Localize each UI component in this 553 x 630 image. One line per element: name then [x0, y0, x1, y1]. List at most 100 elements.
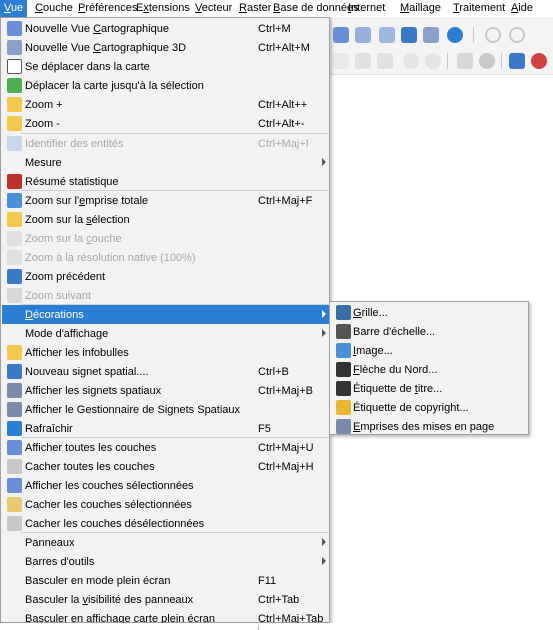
menu-item-toggle-panel-visibility[interactable]: Basculer la visibilité des panneaux Ctrl+…: [2, 590, 329, 609]
save-edits-icon[interactable]: [355, 53, 371, 69]
submenu-item-grid[interactable]: Grille...: [331, 303, 528, 322]
deselect-tool-icon[interactable]: [355, 27, 371, 43]
magnifier-dropdown-icon[interactable]: [509, 27, 525, 43]
menu-item-label: Se déplacer dans la carte: [25, 61, 150, 73]
mnemonic-letter: D: [25, 308, 33, 321]
menu-item-zoom-native-resolution[interactable]: Zoom à la résolution native (100%): [2, 248, 329, 267]
magnifier-tool-icon[interactable]: [485, 27, 501, 43]
menu-item-pan-to-selection[interactable]: Déplacer la carte jusqu'à la sélection: [2, 76, 329, 95]
menu-item-label: Déplacer la carte jusqu'à la sélection: [25, 80, 204, 92]
menu-item-label: Image...: [353, 345, 393, 357]
label-text: Nouvelle Vue: [25, 22, 94, 35]
menu-item-view-mode[interactable]: Mode d'affichage: [2, 324, 329, 343]
label-text: ouche: [42, 2, 73, 14]
menubar: Vue Couche Préférences Extensions Vecteur Ras…: [0, 0, 553, 17]
menu-item-zoom-last[interactable]: Zoom précédent: [2, 267, 329, 286]
menu-item-label: Étiquette de copyright...: [353, 402, 469, 414]
menu-item-label: Flèche du Nord...: [353, 364, 437, 376]
menu-item-hide-deselected-layers[interactable]: Cacher les couches désélectionnées: [2, 514, 329, 533]
layer-tool-icon[interactable]: [379, 27, 395, 43]
menubar-item-traitement[interactable]: Traitement: [449, 0, 509, 17]
label-tool-icon[interactable]: [457, 53, 473, 69]
menu-item-show-bookmark-manager[interactable]: Afficher le Gestionnaire de Signets Spat…: [2, 400, 329, 419]
abc-label-icon[interactable]: [509, 53, 525, 69]
menu-item-toggle-full-screen[interactable]: Basculer en mode plein écran F11: [2, 571, 329, 590]
menu-item-refresh[interactable]: Rafraîchir F5: [2, 419, 329, 438]
new-3d-map-view-icon: [7, 40, 22, 55]
undo-icon[interactable]: [403, 53, 419, 69]
submenu-item-scale-bar[interactable]: Barre d'échelle...: [331, 322, 528, 341]
menu-item-zoom-in[interactable]: Zoom + Ctrl+Alt++: [2, 95, 329, 114]
submenu-item-copyright-label[interactable]: Étiquette de copyright...: [331, 398, 528, 417]
submenu-item-title-label[interactable]: Étiquette de titre...: [331, 379, 528, 398]
menu-item-label: Vue: [4, 2, 23, 14]
menu-item-new-3d-map-view[interactable]: Nouvelle Vue Cartographique 3D Ctrl+Alt+M: [2, 38, 329, 57]
menu-item-toolbars[interactable]: Barres d'outils: [2, 552, 329, 571]
toolbar-area: [329, 17, 553, 75]
submenu-item-north-arrow[interactable]: Flèche du Nord...: [331, 360, 528, 379]
menu-item-zoom-next[interactable]: Zoom suivant: [2, 286, 329, 305]
menu-item-hide-selected-layers[interactable]: Cacher les couches sélectionnées: [2, 495, 329, 514]
refresh-tool-icon[interactable]: [447, 27, 463, 43]
shortcut-label: Ctrl+Maj+U: [258, 441, 314, 454]
menu-item-label: Mesure: [25, 157, 62, 169]
redo-icon[interactable]: [425, 53, 441, 69]
menu-item-label: Aide: [511, 2, 533, 14]
menu-item-panels[interactable]: Panneaux: [2, 533, 329, 552]
menubar-item-couche[interactable]: Couche: [31, 0, 77, 17]
submenu-item-image[interactable]: Image...: [331, 341, 528, 360]
menu-item-show-selected-layers[interactable]: Afficher les couches sélectionnées: [2, 476, 329, 495]
map-canvas-edge: [0, 623, 553, 630]
doc-tool-icon[interactable]: [377, 53, 393, 69]
menu-item-label: Cacher les couches désélectionnées: [25, 518, 204, 530]
bookmarks-list-icon[interactable]: [423, 27, 439, 43]
menu-item-decorations[interactable]: Décorations: [2, 305, 329, 324]
title-label-icon: [336, 381, 351, 396]
label-text: nternet: [351, 2, 386, 14]
menu-item-new-map-view[interactable]: Nouvelle Vue Cartographique Ctrl+M: [2, 19, 329, 38]
select-tool-icon[interactable]: [333, 27, 349, 43]
menu-item-label: Zoom sur la couche: [25, 233, 122, 245]
menu-item-statistical-summary[interactable]: Résumé statistique: [2, 172, 329, 191]
menu-item-pan-map[interactable]: Se déplacer dans la carte: [2, 57, 329, 76]
menu-item-show-spatial-bookmarks[interactable]: Afficher les signets spatiaux Ctrl+Maj+B: [2, 381, 329, 400]
label-highlight-icon[interactable]: [531, 53, 547, 69]
menu-item-zoom-to-layer[interactable]: Zoom sur la couche: [2, 229, 329, 248]
menu-item-zoom-full[interactable]: Zoom sur l'emprise totale Ctrl+Maj+F: [2, 191, 329, 210]
menu-item-show-all-layers[interactable]: Afficher toutes les couches Ctrl+Maj+U: [2, 438, 329, 457]
menu-item-identify-features[interactable]: Identifier des entités Ctrl+Maj+I: [2, 134, 329, 153]
menu-item-label: Zoom sur l'emprise totale: [25, 195, 148, 207]
label-text: Zoom +: [25, 98, 63, 111]
menubar-item-aide[interactable]: Aide: [507, 0, 537, 17]
submenu-item-layout-extents[interactable]: Emprises des mises en page: [331, 417, 528, 436]
menu-item-measure[interactable]: Mesure: [2, 153, 329, 172]
label-text: Zoom sur la: [25, 232, 87, 245]
menu-item-zoom-to-selection[interactable]: Zoom sur la sélection: [2, 210, 329, 229]
menubar-item-extensions[interactable]: Extensions: [132, 0, 194, 17]
refresh-icon: [7, 421, 22, 436]
edit-tool-icon[interactable]: [333, 53, 349, 69]
menubar-item-internet[interactable]: Internet: [344, 0, 389, 17]
label-text: Zoom suivant: [25, 289, 92, 302]
decorations-submenu: Grille... Barre d'échelle... Image... Flèch…: [329, 301, 529, 435]
label-text: Se déplacer dans la carte: [25, 60, 150, 73]
menu-item-label: Barres d'outils: [25, 556, 94, 568]
menu-item-label: Résumé statistique: [25, 176, 119, 188]
menu-item-label: Identifier des entités: [25, 138, 123, 150]
label-text: Afficher les infobulles: [25, 346, 129, 359]
menubar-item-vecteur[interactable]: Vecteur: [191, 0, 236, 17]
menubar-item-maillage[interactable]: Maillage: [396, 0, 445, 17]
menu-item-new-spatial-bookmark[interactable]: Nouveau signet spatial.... Ctrl+B: [2, 362, 329, 381]
label-text: tensions: [148, 2, 190, 14]
menu-item-label: Panneaux: [25, 537, 75, 549]
menu-item-zoom-out[interactable]: Zoom - Ctrl+Alt+-: [2, 114, 329, 133]
label-text: ue: [10, 2, 24, 14]
pin-label-icon[interactable]: [479, 53, 495, 69]
menu-item-hide-all-layers[interactable]: Cacher toutes les couches Ctrl+Maj+H: [2, 457, 329, 476]
show-bookmarks-icon: [7, 383, 22, 398]
menu-item-label: Cacher toutes les couches: [25, 461, 155, 473]
sigma-statistics-icon: [7, 174, 22, 189]
menu-item-show-map-tips[interactable]: Afficher les infobulles: [2, 343, 329, 362]
menubar-item-vue[interactable]: Vue: [0, 0, 28, 17]
bookmark-tool-icon[interactable]: [401, 27, 417, 43]
